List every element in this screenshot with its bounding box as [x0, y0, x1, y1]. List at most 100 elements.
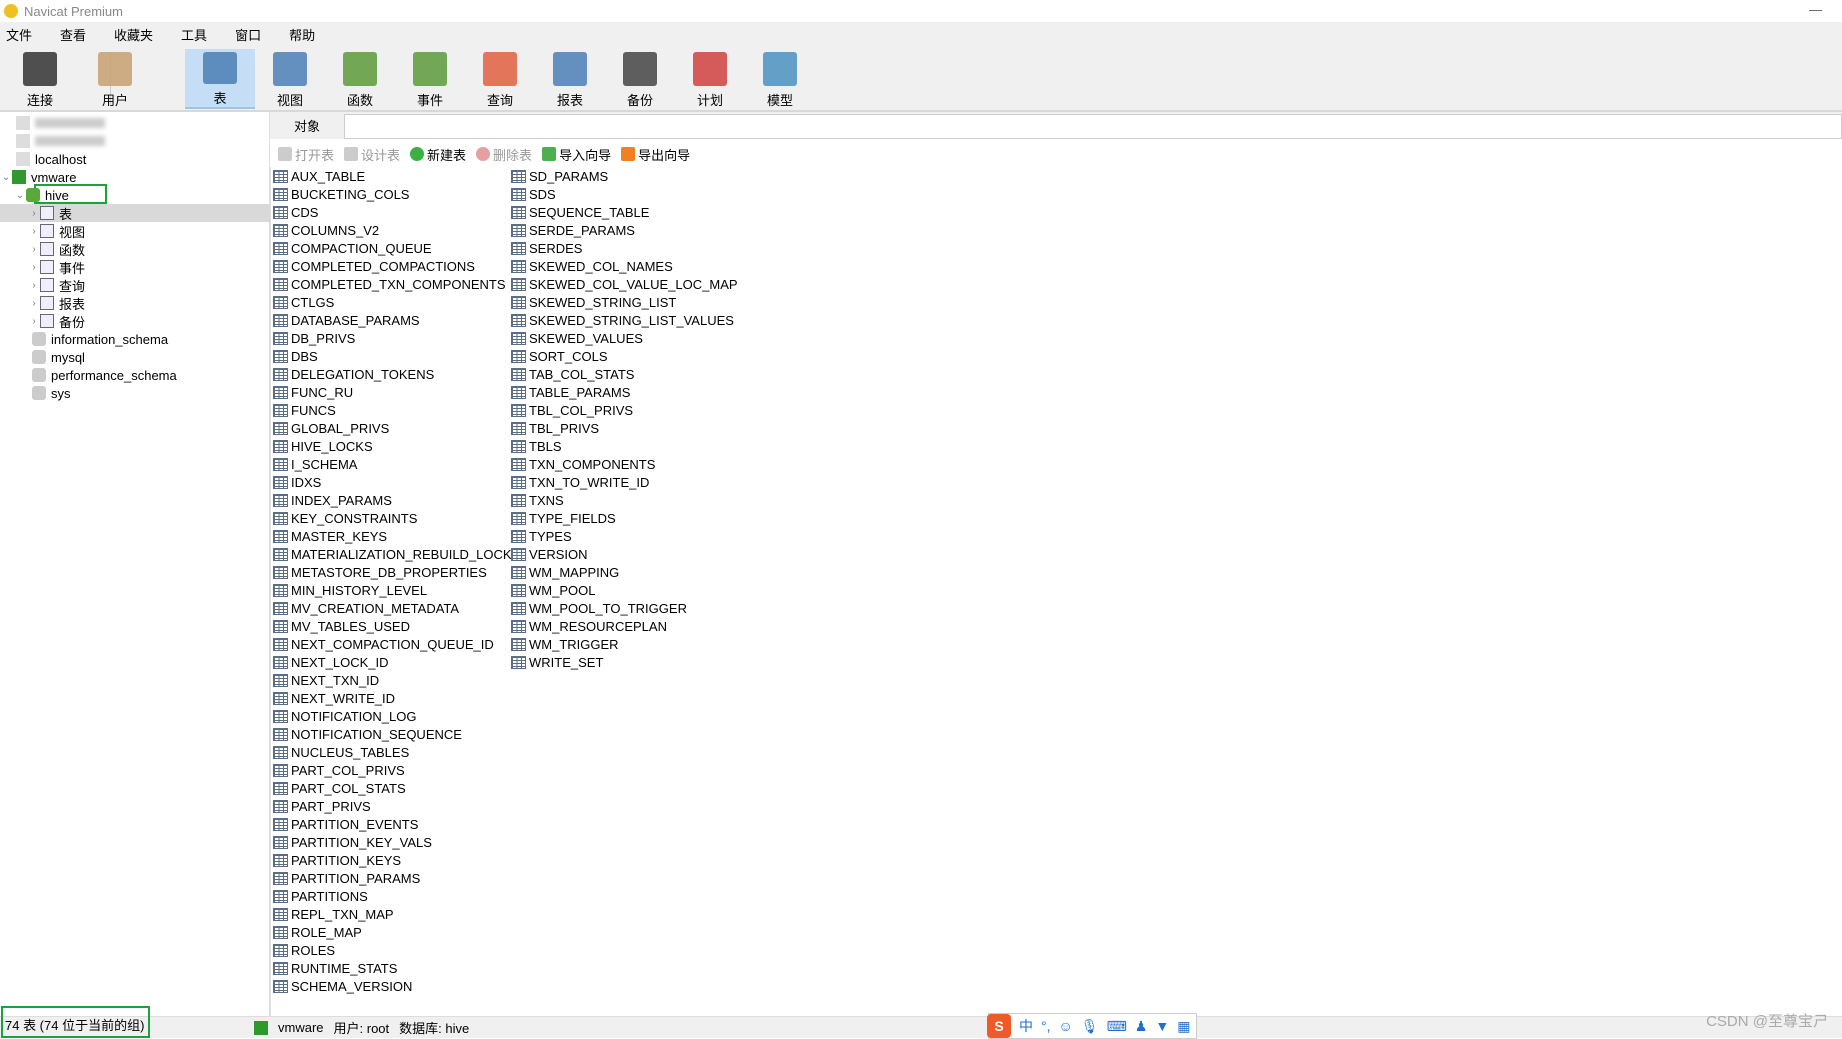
- table-item[interactable]: PART_COL_PRIVS: [273, 761, 520, 779]
- table-item[interactable]: SCHEMA_VERSION: [273, 977, 520, 995]
- chevron-down-icon[interactable]: ⌄: [0, 172, 12, 183]
- table-item[interactable]: SKEWED_COL_NAMES: [511, 257, 738, 275]
- table-item[interactable]: SD_PARAMS: [511, 167, 738, 185]
- table-item[interactable]: WRITE_SET: [511, 653, 738, 671]
- table-item[interactable]: PARTITIONS: [273, 887, 520, 905]
- tree-db-sys[interactable]: sys: [32, 384, 71, 402]
- table-item[interactable]: REPL_TXN_MAP: [273, 905, 520, 923]
- table-item[interactable]: CTLGS: [273, 293, 520, 311]
- toolbar-query-button[interactable]: 查询: [465, 49, 535, 109]
- table-item[interactable]: TXNS: [511, 491, 738, 509]
- toolbar-schedule-button[interactable]: 计划: [675, 49, 745, 109]
- toolbar-report-button[interactable]: 报表: [535, 49, 605, 109]
- toolbar-backup-button[interactable]: 备份: [605, 49, 675, 109]
- table-item[interactable]: NUCLEUS_TABLES: [273, 743, 520, 761]
- table-item[interactable]: WM_MAPPING: [511, 563, 738, 581]
- ime-language[interactable]: 中: [1019, 1016, 1033, 1036]
- table-item[interactable]: WM_POOL: [511, 581, 738, 599]
- table-item[interactable]: MV_TABLES_USED: [273, 617, 520, 635]
- table-item[interactable]: VERSION: [511, 545, 738, 563]
- table-item[interactable]: PARTITION_KEYS: [273, 851, 520, 869]
- table-item[interactable]: TYPES: [511, 527, 738, 545]
- menu-file[interactable]: 文件: [0, 25, 42, 44]
- table-item[interactable]: SERDES: [511, 239, 738, 257]
- table-item[interactable]: SKEWED_STRING_LIST_VALUES: [511, 311, 738, 329]
- table-item[interactable]: I_SCHEMA: [273, 455, 520, 473]
- menu-help[interactable]: 帮助: [283, 25, 325, 44]
- table-item[interactable]: DB_PRIVS: [273, 329, 520, 347]
- chevron-down-icon[interactable]: ⌄: [14, 190, 26, 201]
- menu-favorites[interactable]: 收藏夹: [108, 25, 163, 44]
- menu-view[interactable]: 查看: [54, 25, 96, 44]
- chevron-right-icon[interactable]: ›: [28, 262, 40, 273]
- tree-item-function[interactable]: › 函数: [28, 240, 85, 258]
- tree-item-view[interactable]: › 视图: [28, 222, 85, 240]
- tree-connection-blurred-2[interactable]: [16, 132, 105, 150]
- table-item[interactable]: TABLE_PARAMS: [511, 383, 738, 401]
- table-item[interactable]: DBS: [273, 347, 520, 365]
- table-item[interactable]: COLUMNS_V2: [273, 221, 520, 239]
- table-item[interactable]: CDS: [273, 203, 520, 221]
- tree-db-information_schema[interactable]: information_schema: [32, 330, 168, 348]
- table-item[interactable]: SDS: [511, 185, 738, 203]
- table-item[interactable]: TAB_COL_STATS: [511, 365, 738, 383]
- table-item[interactable]: COMPLETED_COMPACTIONS: [273, 257, 520, 275]
- toolbar-user-button[interactable]: 用户: [80, 49, 150, 109]
- table-item[interactable]: AUX_TABLE: [273, 167, 520, 185]
- design-table-button[interactable]: 设计表: [344, 145, 400, 164]
- table-item[interactable]: KEY_CONSTRAINTS: [273, 509, 520, 527]
- table-item[interactable]: METASTORE_DB_PROPERTIES: [273, 563, 520, 581]
- table-item[interactable]: NOTIFICATION_LOG: [273, 707, 520, 725]
- tab-objects[interactable]: 对象: [270, 112, 344, 139]
- toolbar-event-button[interactable]: 事件: [395, 49, 465, 109]
- menu-tools[interactable]: 工具: [175, 25, 217, 44]
- table-item[interactable]: NOTIFICATION_SEQUENCE: [273, 725, 520, 743]
- table-item[interactable]: IDXS: [273, 473, 520, 491]
- table-item[interactable]: SORT_COLS: [511, 347, 738, 365]
- tree-item-backup[interactable]: › 备份: [28, 312, 85, 330]
- keyboard-icon[interactable]: ⌨: [1107, 1018, 1127, 1035]
- tree-db-mysql[interactable]: mysql: [32, 348, 85, 366]
- table-item[interactable]: GLOBAL_PRIVS: [273, 419, 520, 437]
- table-item[interactable]: TXN_COMPONENTS: [511, 455, 738, 473]
- table-item[interactable]: TBLS: [511, 437, 738, 455]
- table-item[interactable]: RUNTIME_STATS: [273, 959, 520, 977]
- tree-item-event[interactable]: › 事件: [28, 258, 85, 276]
- table-item[interactable]: MASTER_KEYS: [273, 527, 520, 545]
- table-item[interactable]: MV_CREATION_METADATA: [273, 599, 520, 617]
- user-icon[interactable]: ♟: [1135, 1018, 1148, 1035]
- table-item[interactable]: TBL_PRIVS: [511, 419, 738, 437]
- table-item[interactable]: WM_RESOURCEPLAN: [511, 617, 738, 635]
- grid-icon[interactable]: ▦: [1177, 1018, 1190, 1035]
- table-item[interactable]: FUNC_RU: [273, 383, 520, 401]
- table-item[interactable]: NEXT_TXN_ID: [273, 671, 520, 689]
- table-item[interactable]: SKEWED_STRING_LIST: [511, 293, 738, 311]
- tree-item-report[interactable]: › 报表: [28, 294, 85, 312]
- table-item[interactable]: ROLES: [273, 941, 520, 959]
- chevron-right-icon[interactable]: ›: [28, 226, 40, 237]
- table-item[interactable]: COMPLETED_TXN_COMPONENTS: [273, 275, 520, 293]
- new-table-button[interactable]: 新建表: [410, 145, 466, 164]
- export-wizard-button[interactable]: 导出向导: [621, 145, 690, 164]
- table-item[interactable]: PARTITION_KEY_VALS: [273, 833, 520, 851]
- tree-db-performance_schema[interactable]: performance_schema: [32, 366, 177, 384]
- table-item[interactable]: DELEGATION_TOKENS: [273, 365, 520, 383]
- table-item[interactable]: WM_TRIGGER: [511, 635, 738, 653]
- tree-item-query[interactable]: › 查询: [28, 276, 85, 294]
- chevron-right-icon[interactable]: ›: [28, 244, 40, 255]
- table-item[interactable]: NEXT_COMPACTION_QUEUE_ID: [273, 635, 520, 653]
- table-item[interactable]: COMPACTION_QUEUE: [273, 239, 520, 257]
- tree-connection-localhost[interactable]: localhost: [16, 150, 86, 168]
- table-item[interactable]: SKEWED_VALUES: [511, 329, 738, 347]
- ime-toolbar[interactable]: S 中 °, ☺ 🎙 ⌨ ♟ ▼ ▦: [987, 1013, 1198, 1039]
- toolbar-connection-button[interactable]: 连接: [5, 49, 75, 109]
- microphone-icon[interactable]: 🎙: [1081, 1018, 1099, 1035]
- table-item[interactable]: TBL_COL_PRIVS: [511, 401, 738, 419]
- table-item[interactable]: PARTITION_PARAMS: [273, 869, 520, 887]
- table-item[interactable]: PART_COL_STATS: [273, 779, 520, 797]
- table-item[interactable]: SEQUENCE_TABLE: [511, 203, 738, 221]
- toolbar-table-button[interactable]: 表: [185, 49, 255, 109]
- table-item[interactable]: ROLE_MAP: [273, 923, 520, 941]
- emoji-icon[interactable]: ☺: [1059, 1018, 1073, 1034]
- table-item[interactable]: TXN_TO_WRITE_ID: [511, 473, 738, 491]
